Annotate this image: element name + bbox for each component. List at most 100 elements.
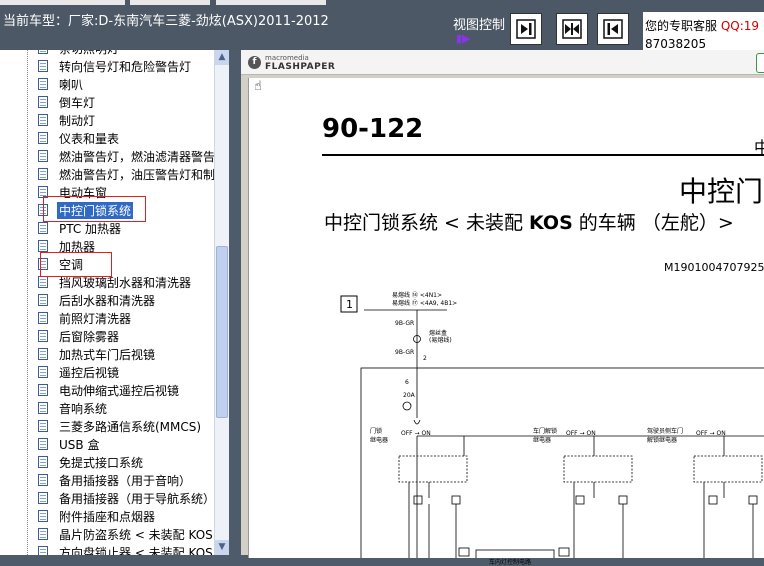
view-next-button[interactable] xyxy=(510,13,542,45)
node-label: 2 xyxy=(423,355,427,362)
tree-item[interactable]: 方向盘锁止器 < 未装配 KOS xyxy=(0,543,214,555)
tree-item-label: 晶片防盗系统 < 未装配 KOS xyxy=(59,528,213,542)
view-prev-button[interactable] xyxy=(597,13,629,45)
document-icon xyxy=(38,330,48,342)
tree-item-label: PTC 加热器 xyxy=(59,222,122,236)
tree-item[interactable]: 免提式接口系统 xyxy=(0,453,214,471)
document-icon xyxy=(38,60,48,72)
service-phone: 87038205 xyxy=(645,37,707,51)
scroll-up-arrow-icon[interactable]: ▲ xyxy=(215,50,229,65)
tree-item-label: 备用插接器（用于导航系统） xyxy=(59,492,214,506)
tree-item-label: 后窗除雾器 xyxy=(59,330,120,344)
document-page[interactable]: ☝ 90-122 中 中控门 中控门锁系统 < 未装配 KOS 的车辆 （左舵）… xyxy=(248,78,764,566)
document-icon xyxy=(38,96,48,108)
window-tabs xyxy=(0,0,330,5)
document-icon xyxy=(38,168,48,180)
view-fit-button[interactable] xyxy=(556,13,588,45)
document-icon xyxy=(38,402,48,414)
tree-item[interactable]: 遥控后视镜 xyxy=(0,363,214,381)
tree-item-label: 免提式接口系统 xyxy=(59,456,144,470)
highlight-box-ac xyxy=(40,252,112,277)
tree-item[interactable]: 音响系统 xyxy=(0,399,214,417)
scroll-down-arrow-icon[interactable]: ▼ xyxy=(215,540,229,555)
document-icon xyxy=(38,132,48,144)
arrows-inward-bar-icon xyxy=(562,19,582,39)
document-icon xyxy=(38,150,48,162)
document-icon xyxy=(38,528,48,540)
tree-item[interactable]: 三菱多路通信系统(MMCS) xyxy=(0,417,214,435)
tree-item[interactable]: USB 盒 xyxy=(0,435,214,453)
tree-item[interactable]: 燃油警告灯，燃油滤清器警告 xyxy=(0,147,214,165)
tree-item[interactable]: 制动灯 xyxy=(0,111,214,129)
tree-item-label: 亲切照明灯 xyxy=(59,50,119,57)
chapter-tree-list: 亲切照明灯转向信号灯和危险警告灯喇叭倒车灯制动灯仪表和量表燃油警告灯，燃油滤清器… xyxy=(0,50,214,555)
document-icon xyxy=(38,348,48,360)
tree-item[interactable]: 备用插接器（用于音响） xyxy=(0,471,214,489)
tree-item[interactable]: 转向信号灯和危险警告灯 xyxy=(0,57,214,75)
customer-service-box: 您的专职客服 QQ:19 87038205 xyxy=(643,12,764,51)
document-icon xyxy=(38,474,48,486)
tree-item-label: 方向盘锁止器 < 未装配 KOS xyxy=(59,546,213,555)
document-icon xyxy=(38,222,48,234)
tree-item[interactable]: 晶片防盗系统 < 未装配 KOS xyxy=(0,525,214,543)
tree-item-label: 三菱多路通信系统(MMCS) xyxy=(59,420,202,434)
relay-label-1: 门锁 继电器 xyxy=(370,428,389,444)
arrow-right-bar-icon xyxy=(516,19,536,39)
document-icon xyxy=(38,456,48,468)
tree-item[interactable]: 后窗除雾器 xyxy=(0,327,214,345)
tree-item[interactable]: 仪表和量表 xyxy=(0,129,214,147)
tree-item-label: 音响系统 xyxy=(59,402,108,416)
tree-item-label: 前照灯清洗器 xyxy=(59,312,132,326)
scroll-thumb[interactable] xyxy=(216,246,228,418)
highlight-box-central-lock xyxy=(43,196,146,222)
relay-label-2: 车门解锁 继电器 xyxy=(533,428,558,444)
service-qq-link[interactable]: QQ:19 xyxy=(721,19,759,33)
document-icon xyxy=(38,384,48,396)
tree-item[interactable]: 后刮水器和清洗器 xyxy=(0,291,214,309)
tree-item-label: 电动伸缩式遥控后视镜 xyxy=(59,384,180,398)
flashpaper-menu-button[interactable] xyxy=(756,53,764,73)
chapter-tree: 亲切照明灯转向信号灯和危险警告灯喇叭倒车灯制动灯仪表和量表燃油警告灯，燃油滤清器… xyxy=(0,50,229,555)
tree-item[interactable]: 倒车灯 xyxy=(0,93,214,111)
document-icon xyxy=(38,438,48,450)
document-icon xyxy=(38,50,48,54)
tree-item-label: 制动灯 xyxy=(59,114,96,128)
top-bar: 当前车型：厂家:D-东南汽车三菱-劲炫(ASX)2011-2012 视图控制 ▮… xyxy=(0,0,764,51)
tree-item[interactable]: 附件插座和点烟器 xyxy=(0,507,214,525)
relay-label-3: 驾驶员侧车门 解锁继电器 xyxy=(647,428,684,444)
tree-item[interactable]: 加热式车门后视镜 xyxy=(0,345,214,363)
view-control-label: 视图控制 xyxy=(453,18,506,33)
tree-item[interactable]: 前照灯清洗器 xyxy=(0,309,214,327)
flashpaper-logo-small: macromedia xyxy=(265,54,309,62)
tree-item-label: 备用插接器（用于音响） xyxy=(59,474,192,488)
flashpaper-toolbar: f macromedia FLASHPAPER xyxy=(241,50,764,75)
tree-item[interactable]: 喇叭 xyxy=(0,75,214,93)
tree-item[interactable]: 备用插接器（用于导航系统） xyxy=(0,489,214,507)
document-icon xyxy=(38,114,48,126)
tree-item[interactable]: 电动伸缩式遥控后视镜 xyxy=(0,381,214,399)
tree-item[interactable]: 燃油警告灯，油压警告灯和制 xyxy=(0,165,214,183)
tree-scrollbar[interactable]: ▲ ▼ xyxy=(214,50,229,555)
fuse-number: 6 xyxy=(405,379,409,386)
fuse-amperage: 20A xyxy=(403,392,415,399)
car-model-title: 当前车型：厂家:D-东南汽车三菱-劲炫(ASX)2011-2012 xyxy=(3,14,329,29)
tree-item-label: 燃油警告灯，油压警告灯和制 xyxy=(59,168,214,182)
tree-item-label: 喇叭 xyxy=(59,78,84,92)
switch-label-2: OFF → ON xyxy=(566,430,596,437)
document-icon xyxy=(38,294,48,306)
tree-item-label: USB 盒 xyxy=(59,438,100,452)
diagram-note-2: (易熔线) xyxy=(429,337,452,344)
tree-item-label: 后刮水器和清洗器 xyxy=(59,294,156,308)
service-label: 您的专职客服 xyxy=(645,19,718,33)
wire-label-a: 9B-GR xyxy=(395,320,415,327)
document-icon xyxy=(38,366,48,378)
tree-item[interactable]: 亲切照明灯 xyxy=(0,50,214,57)
flashpaper-logo-big: FLASHPAPER xyxy=(265,62,336,72)
diagram-box-number: 1 xyxy=(346,298,353,311)
tree-item-label: 附件插座和点烟器 xyxy=(59,510,156,524)
wiring-diagram: 1 xyxy=(340,295,764,558)
tree-item-label: 遥控后视镜 xyxy=(59,366,120,380)
document-icon xyxy=(38,510,48,522)
document-icon xyxy=(38,78,48,90)
document-icon xyxy=(38,492,48,504)
